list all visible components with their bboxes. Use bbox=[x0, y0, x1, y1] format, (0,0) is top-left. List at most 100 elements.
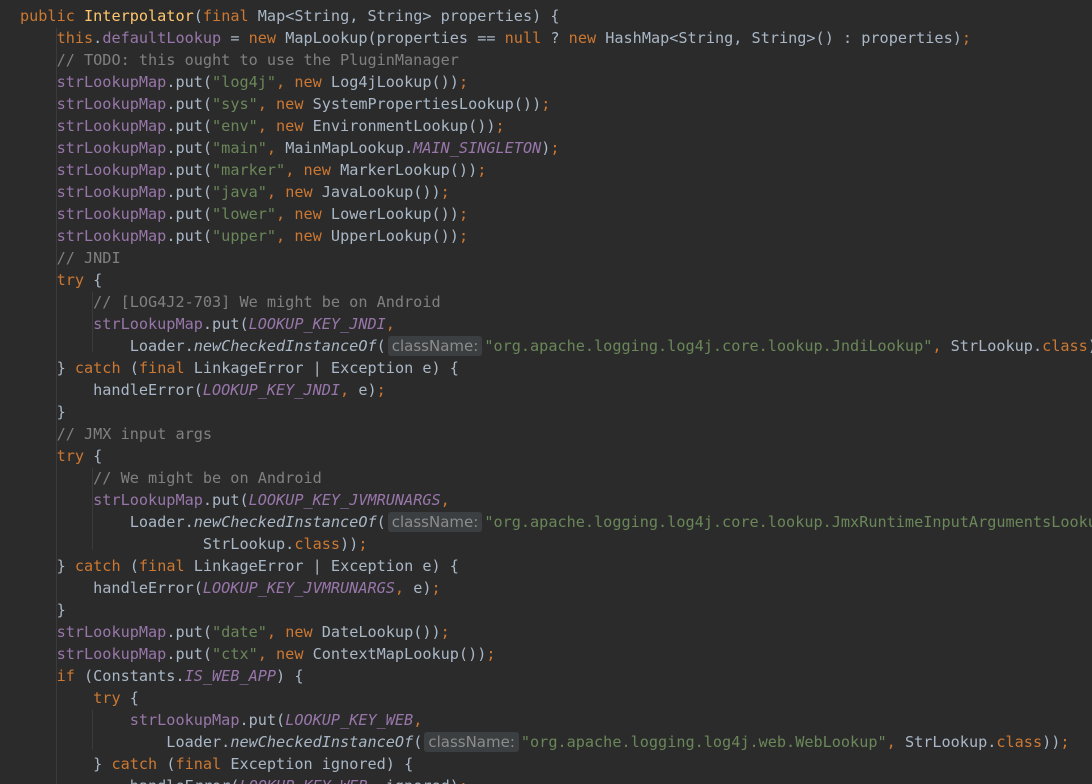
code-line[interactable]: } bbox=[20, 599, 66, 621]
constant-token: MAIN_SINGLETON bbox=[413, 139, 542, 157]
code-line[interactable]: // [LOG4J2-703] We might be on Android bbox=[20, 291, 440, 313]
code-text: ignored) bbox=[386, 777, 459, 784]
field-token: defaultLookup bbox=[102, 29, 222, 47]
code-line[interactable]: strLookupMap.put("upper", new UpperLooku… bbox=[20, 225, 469, 247]
code-text: } bbox=[20, 755, 112, 773]
code-line[interactable]: // JMX input args bbox=[20, 423, 212, 445]
constant-token: IS_WEB_APP bbox=[184, 667, 277, 685]
code-text: ( bbox=[193, 7, 203, 25]
code-text: e) bbox=[358, 381, 377, 399]
code-line[interactable]: } bbox=[20, 401, 66, 423]
code-text: ContextMapLookup()) bbox=[312, 645, 487, 663]
string-literal: "ctx" bbox=[212, 645, 258, 663]
code-line[interactable]: } catch (final LinkageError | Exception … bbox=[20, 357, 459, 379]
constant-token: LOOKUP_KEY_JVMRUNARGS bbox=[248, 491, 441, 509]
keyword-token: class bbox=[294, 535, 341, 553]
string-literal: "upper" bbox=[212, 227, 277, 245]
keyword-token: final bbox=[175, 755, 231, 773]
keyword-token: ; bbox=[961, 29, 972, 47]
code-line[interactable]: // TODO: this ought to use the PluginMan… bbox=[20, 49, 459, 71]
code-text: . bbox=[93, 29, 103, 47]
keyword-token: , new bbox=[266, 183, 322, 201]
keyword-token: , bbox=[340, 381, 359, 399]
code-text: )) bbox=[340, 535, 359, 553]
string-literal: "env" bbox=[212, 117, 258, 135]
keyword-token: , new bbox=[276, 227, 331, 245]
keyword-token: final bbox=[138, 557, 194, 575]
keyword-token: ; bbox=[550, 139, 560, 157]
code-text: Loader. bbox=[20, 513, 194, 531]
code-text: LowerLookup()) bbox=[330, 205, 459, 223]
code-line[interactable]: strLookupMap.put(LOOKUP_KEY_WEB, bbox=[20, 709, 423, 731]
code-line[interactable]: Loader.newCheckedInstanceOf(className: "o… bbox=[20, 731, 1070, 753]
keyword-token: try bbox=[93, 689, 130, 707]
code-text: ( bbox=[376, 337, 386, 355]
field-token: strLookupMap bbox=[129, 711, 240, 729]
field-token: strLookupMap bbox=[93, 315, 203, 333]
string-literal: "date" bbox=[212, 623, 267, 641]
code-line[interactable]: strLookupMap.put("lower", new LowerLooku… bbox=[20, 203, 469, 225]
code-text: .put( bbox=[202, 315, 249, 333]
code-line[interactable]: try { bbox=[20, 687, 139, 709]
constant-token: LOOKUP_KEY_WEB bbox=[285, 711, 414, 729]
keyword-token: try bbox=[56, 447, 94, 465]
code-line[interactable]: } catch (final Exception ignored) { bbox=[20, 753, 413, 775]
code-line[interactable]: strLookupMap.put("sys", new SystemProper… bbox=[20, 93, 551, 115]
code-line[interactable]: strLookupMap.put("log4j", new Log4jLooku… bbox=[20, 71, 469, 93]
code-line[interactable]: strLookupMap.put("env", new EnvironmentL… bbox=[20, 115, 505, 137]
code-text: .put( bbox=[166, 623, 213, 641]
keyword-token: ; bbox=[495, 117, 505, 135]
code-line[interactable]: strLookupMap.put(LOOKUP_KEY_JVMRUNARGS, bbox=[20, 489, 450, 511]
keyword-token: ; bbox=[459, 777, 468, 784]
code-line[interactable]: strLookupMap.put("java", new JavaLookup(… bbox=[20, 181, 450, 203]
code-line[interactable]: strLookupMap.put("date", new DateLookup(… bbox=[20, 621, 450, 643]
code-line[interactable]: handleError(LOOKUP_KEY_JNDI, e); bbox=[20, 379, 386, 401]
code-text: ( bbox=[413, 733, 423, 751]
code-text: .put( bbox=[166, 161, 213, 179]
code-text: EnvironmentLookup()) bbox=[312, 117, 496, 135]
keyword-token: ; bbox=[440, 183, 450, 201]
code-line[interactable]: try { bbox=[20, 269, 103, 291]
code-line[interactable]: strLookupMap.put("ctx", new ContextMapLo… bbox=[20, 643, 496, 665]
code-line[interactable]: try { bbox=[20, 445, 103, 467]
code-line[interactable]: } catch (final LinkageError | Exception … bbox=[20, 555, 459, 577]
keyword-token: new bbox=[568, 29, 606, 47]
keyword-token: , bbox=[886, 733, 905, 751]
code-text: .put( bbox=[166, 139, 213, 157]
keyword-token: ; bbox=[477, 161, 487, 179]
code-line[interactable]: Loader.newCheckedInstanceOf(className: "o… bbox=[20, 335, 1092, 357]
code-text: )) bbox=[1042, 733, 1061, 751]
code-line[interactable]: Loader.newCheckedInstanceOf(className: "o… bbox=[20, 511, 1092, 533]
code-line[interactable]: strLookupMap.put(LOOKUP_KEY_JNDI, bbox=[20, 313, 395, 335]
code-line[interactable]: strLookupMap.put("marker", new MarkerLoo… bbox=[20, 159, 487, 181]
code-line[interactable]: handleError(LOOKUP_KEY_WEB, ignored); bbox=[20, 775, 468, 784]
code-line[interactable]: // JNDI bbox=[20, 247, 121, 269]
code-line[interactable]: if (Constants.IS_WEB_APP) { bbox=[20, 665, 304, 687]
code-line[interactable]: StrLookup.class)); bbox=[20, 533, 368, 555]
code-editor[interactable]: public Interpolator(final Map<String, St… bbox=[0, 0, 1092, 784]
keyword-token: class bbox=[1042, 337, 1088, 355]
keyword-token: , new bbox=[257, 95, 313, 113]
code-line[interactable]: strLookupMap.put("main", MainMapLookup.M… bbox=[20, 137, 560, 159]
keyword-token: , new bbox=[276, 73, 331, 91]
string-literal: "marker" bbox=[212, 161, 286, 179]
keyword-token: , bbox=[440, 491, 450, 509]
parameter-hint: className: bbox=[387, 336, 483, 356]
code-line[interactable]: // We might be on Android bbox=[20, 467, 322, 489]
keyword-token: , bbox=[932, 337, 951, 355]
code-text: LinkageError | Exception e) { bbox=[193, 557, 459, 575]
code-line[interactable]: this.defaultLookup = new MapLookup(prope… bbox=[20, 27, 971, 49]
keyword-token: ; bbox=[440, 623, 450, 641]
code-line[interactable]: handleError(LOOKUP_KEY_JVMRUNARGS, e); bbox=[20, 577, 441, 599]
code-line[interactable]: public Interpolator(final Map<String, St… bbox=[20, 5, 560, 27]
field-token: strLookupMap bbox=[56, 161, 167, 179]
constant-token: LOOKUP_KEY_JVMRUNARGS bbox=[202, 579, 395, 597]
